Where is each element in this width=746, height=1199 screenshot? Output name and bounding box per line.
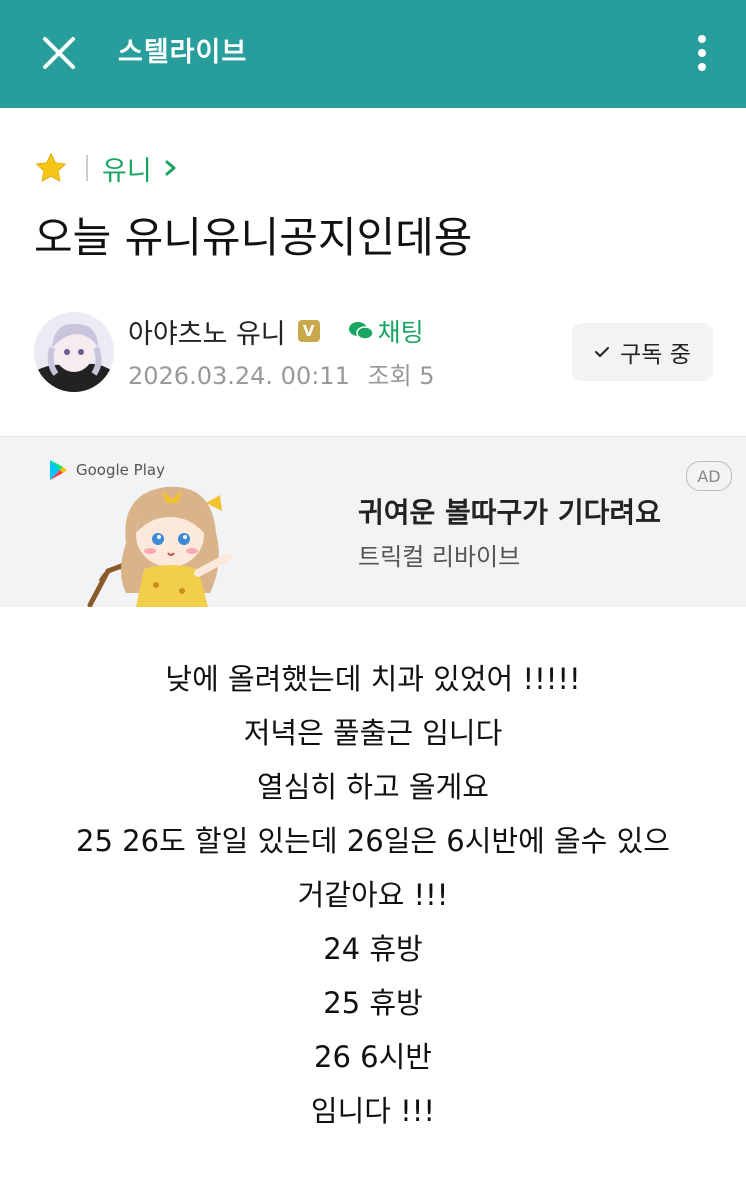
google-play-icon [50,460,67,480]
verified-badge: V [297,320,320,342]
body-line: 열심히 하고 올게요 [257,770,489,804]
subscribe-button[interactable]: 구독 중 [572,323,713,381]
chat-button[interactable]: 채팅 [348,313,424,349]
breadcrumb-divider [86,155,88,181]
top-app-bar: 스텔라이브 [0,0,746,108]
check-icon [595,347,610,357]
body-line: 24 휴방 [323,932,423,966]
ad-banner[interactable]: Google Play AD 귀여운 볼따구가 기다려요 트릭컬 리바이브 [0,436,746,607]
more-vertical-icon[interactable] [688,30,716,76]
author-name[interactable]: 아야츠노 유니 [128,312,286,351]
body-line: 저녁은 풀출근 임니다 [243,716,503,750]
close-icon[interactable] [36,30,82,76]
post-title: 오늘 유니유니공지인데용 [34,213,473,262]
body-line: 낮에 올려했는데 치과 있었어 !!!!! [165,662,581,696]
chat-bubble-icon [348,322,374,340]
chevron-right-icon [165,160,176,176]
ad-mascot-image [87,486,232,607]
star-icon [35,152,67,182]
body-line: 거같아요 !!! [297,878,449,912]
view-count: 조회 5 [367,362,435,390]
breadcrumb-board-link[interactable]: 유니 [102,149,152,188]
body-line: 26 6시반 [314,1040,432,1074]
app-brand-logo: 스텔라이브 [118,37,248,68]
ad-badge: AD [686,461,732,491]
subscribe-label: 구독 중 [620,342,691,368]
post-meta: 2026.03.24. 00:11 조회 5 [128,356,435,396]
body-line: 25 휴방 [323,986,423,1020]
breadcrumb[interactable]: 유니 [34,148,178,188]
author-row: 아야츠노 유니 V 채팅 [128,310,424,352]
chat-label: 채팅 [377,318,424,347]
body-line: 임니다 !!! [310,1094,436,1128]
author-avatar[interactable] [34,312,114,392]
body-line: 25 26도 할일 있는데 26일은 6시반에 올수 있으 [76,824,670,858]
ad-headline: 귀여운 볼따구가 기다려요 [358,496,661,529]
ad-subtitle: 트릭컬 리바이브 [358,543,521,571]
post-body: 낮에 올려했는데 치과 있었어 !!!!! 저녁은 풀출근 임니다 열심히 하고… [0,652,746,1138]
post-date: 2026.03.24. 00:11 [128,362,350,390]
